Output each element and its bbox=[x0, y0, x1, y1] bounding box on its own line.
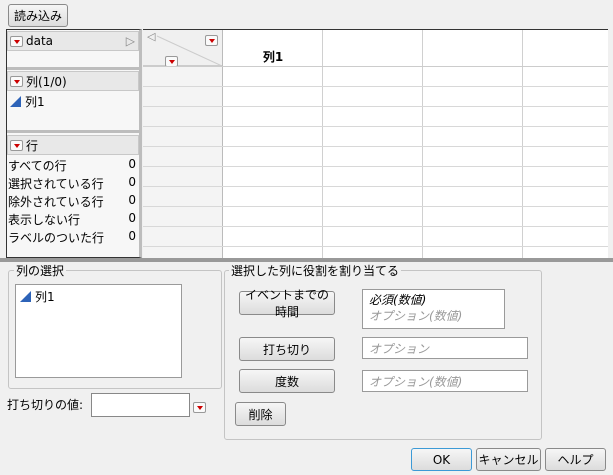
censor-value-label: 打ち切りの値: bbox=[7, 398, 84, 412]
rows-stat: すべての行 0 bbox=[8, 157, 136, 173]
load-button[interactable]: 読み込み bbox=[8, 4, 68, 27]
continuous-column-icon bbox=[20, 291, 31, 302]
freq-field[interactable]: オプション(数値) bbox=[362, 370, 528, 392]
roles-title: 選択した列に役割を割り当てる bbox=[229, 262, 402, 279]
time-to-event-button[interactable]: イベントまでの時間 bbox=[239, 288, 335, 319]
continuous-column-icon bbox=[10, 96, 21, 107]
time-to-event-field[interactable]: 必須(数値) オプション(数値) bbox=[362, 289, 505, 329]
collapse-left-icon[interactable]: ◁ bbox=[147, 30, 155, 43]
panel-divider[interactable] bbox=[7, 67, 139, 70]
table-name: data bbox=[26, 34, 54, 48]
censor-value-input[interactable] bbox=[91, 393, 190, 417]
columns-corner-menu-icon[interactable] bbox=[205, 35, 218, 46]
column-list[interactable]: 列1 bbox=[15, 284, 182, 378]
column-name: 列1 bbox=[35, 290, 55, 304]
rows-panel-header[interactable]: 行 bbox=[7, 135, 139, 155]
table-name-header[interactable]: data ▷ bbox=[7, 31, 139, 51]
rows-stat: 選択されている行 0 bbox=[8, 175, 136, 191]
panel-divider[interactable] bbox=[7, 130, 139, 133]
rows-header-label: 行 bbox=[26, 138, 39, 153]
column-header[interactable]: 列1 bbox=[223, 48, 323, 65]
column-name: 列1 bbox=[25, 95, 45, 109]
censor-button[interactable]: 打ち切り bbox=[239, 337, 335, 361]
column-list-item[interactable]: 列1 bbox=[16, 285, 181, 308]
censor-field[interactable]: オプション bbox=[362, 337, 528, 359]
column-list-item[interactable]: 列1 bbox=[10, 93, 45, 110]
columns-menu-icon[interactable] bbox=[10, 75, 23, 87]
data-grid[interactable]: ◁ 列1 bbox=[143, 29, 608, 258]
required-placeholder: 必須(数値) bbox=[369, 293, 427, 307]
freq-button[interactable]: 度数 bbox=[239, 369, 335, 393]
rows-stat: 表示しない行 0 bbox=[8, 211, 136, 227]
rows-stat: ラベルのついた行 0 bbox=[8, 229, 136, 245]
columns-panel-header[interactable]: 列(1/0) bbox=[7, 71, 139, 91]
table-menu-icon[interactable] bbox=[10, 35, 23, 47]
help-button[interactable]: ヘルプ bbox=[545, 448, 606, 471]
rows-stat: 除外されている行 0 bbox=[8, 193, 136, 209]
rows-menu-icon[interactable] bbox=[10, 139, 23, 151]
columns-header-label: 列(1/0) bbox=[26, 74, 67, 89]
expand-right-icon[interactable]: ▷ bbox=[126, 34, 135, 48]
remove-button[interactable]: 削除 bbox=[235, 402, 286, 426]
select-columns-title: 列の選択 bbox=[14, 262, 67, 279]
cancel-button[interactable]: キャンセル bbox=[476, 448, 541, 471]
optional-placeholder: オプション(数値) bbox=[369, 309, 463, 323]
ok-button[interactable]: OK bbox=[411, 448, 472, 471]
censor-value-dropdown-icon[interactable] bbox=[193, 402, 206, 413]
